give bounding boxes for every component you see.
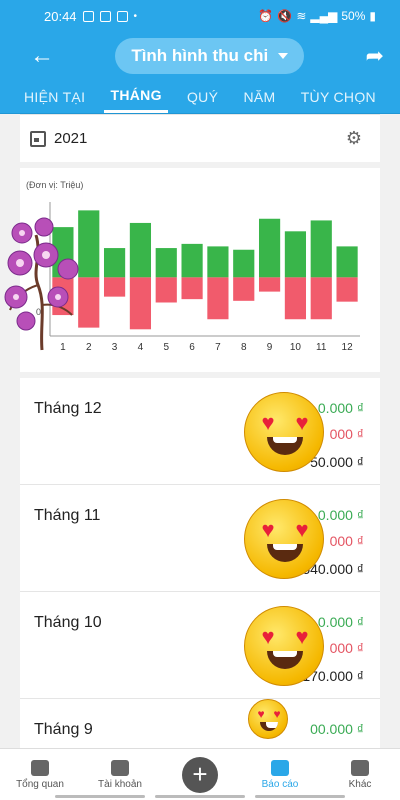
gallery-icon — [82, 10, 94, 22]
x-tick-label: 5 — [163, 342, 169, 353]
x-tick-label: 6 — [189, 342, 195, 353]
report-type-dropdown[interactable]: Tình hình thu chi — [115, 38, 305, 74]
income-amount: 00.000 ₫ — [310, 721, 364, 737]
net-amount: 50.000 ₫ — [310, 454, 364, 470]
status-time: 20:44 — [44, 8, 77, 24]
unit-label: (Đơn vị: Triệu) — [26, 180, 84, 190]
income-bar — [181, 243, 203, 278]
x-tick-label: 8 — [241, 342, 247, 353]
app-bar: ← Tình hình thu chi ➦ — [0, 32, 400, 80]
income-bar — [284, 231, 307, 278]
nav-label: Báo cáo — [261, 778, 299, 790]
dot-icon: • — [133, 10, 138, 22]
tab-year[interactable]: NĂM — [237, 80, 281, 113]
income-bar — [155, 248, 177, 278]
wallet-icon — [111, 759, 129, 776]
nav-reports[interactable]: Báo cáo — [245, 759, 315, 790]
list-item[interactable]: Tháng 9 00.000 ₫ ♥ ♥ — [20, 699, 380, 748]
nav-label: Tài khoản — [98, 778, 142, 790]
grid-icon — [351, 759, 369, 776]
nav-add[interactable]: + — [165, 756, 235, 793]
month-list: Tháng 12 0.000 ₫ 000 ₫ 50.000 ₫ ♥ ♥ Tháng… — [0, 378, 400, 748]
tab-month[interactable]: THÁNG — [104, 80, 168, 113]
year-selector[interactable]: 2021 ⚙ — [20, 114, 380, 162]
flower-sticker-icon — [4, 217, 79, 351]
battery-icon: ▮ — [369, 9, 376, 23]
expense-amount: 000 ₫ — [329, 533, 364, 549]
nav-label: Khác — [348, 778, 372, 790]
bottom-nav: Tổng quan Tài khoản + Báo cáo Khác — [0, 748, 400, 800]
tab-quarter[interactable]: QUÝ — [181, 80, 224, 113]
bar-chart-icon — [271, 759, 289, 776]
alarm-icon: ⏰ — [258, 9, 274, 23]
wifi-icon: ≋ — [296, 9, 307, 23]
income-bar — [258, 218, 281, 278]
expense-bar — [129, 277, 152, 330]
x-tick-label: 11 — [316, 342, 327, 353]
x-tick-label: 9 — [267, 342, 273, 353]
expense-bar — [103, 277, 126, 297]
x-tick-label: 4 — [138, 342, 144, 353]
heart-eyes-emoji-icon: ♥ ♥ — [244, 499, 324, 579]
nav-label: Tổng quan — [16, 778, 64, 790]
income-bar — [310, 220, 332, 278]
income-amount: 0.000 ₫ — [317, 507, 364, 523]
zalo-icon — [99, 10, 111, 22]
expense-bar — [336, 277, 358, 302]
status-bar: 20:44 • ⏰ 🔇 ≋ ▂▄▆ 50% ▮ — [0, 0, 400, 32]
calendar-icon — [30, 130, 46, 147]
expense-bar — [284, 277, 307, 320]
page-title: Tình hình thu chi — [131, 46, 269, 65]
gear-icon[interactable]: ⚙ — [346, 128, 362, 149]
back-arrow-icon[interactable]: ← — [30, 44, 54, 68]
list-item[interactable]: Tháng 10 0.000 ₫ 000 ₫ 170.000 ₫ ♥ ♥ — [20, 592, 380, 699]
add-button[interactable]: + — [182, 756, 218, 793]
x-tick-label: 7 — [215, 342, 221, 353]
signal-icon: ▂▄▆ — [310, 9, 338, 23]
income-bar — [207, 246, 229, 278]
nav-accounts[interactable]: Tài khoản — [85, 759, 155, 790]
home-icon — [31, 759, 49, 776]
income-amount: 0.000 ₫ — [317, 400, 364, 416]
nav-overview[interactable]: Tổng quan — [5, 759, 75, 790]
x-tick-label: 3 — [112, 342, 118, 353]
expense-bar — [78, 277, 100, 328]
tab-custom[interactable]: TÙY CHỌN — [295, 80, 382, 113]
expense-bar — [233, 277, 255, 301]
expense-bar — [207, 277, 229, 320]
x-tick-label: 2 — [86, 342, 92, 353]
chevron-down-icon — [278, 53, 289, 59]
list-item[interactable]: Tháng 11 0.000 ₫ 000 ₫ 540.000 ₫ ♥ ♥ — [20, 485, 380, 592]
share-icon[interactable]: ➦ — [366, 45, 384, 67]
gesture-bar — [55, 795, 345, 798]
heart-eyes-emoji-icon: ♥ ♥ — [244, 392, 324, 472]
header: 20:44 • ⏰ 🔇 ≋ ▂▄▆ 50% ▮ ← Tình hình thu … — [0, 0, 400, 114]
app-screen: 20:44 • ⏰ 🔇 ≋ ▂▄▆ 50% ▮ ← Tình hình thu … — [0, 0, 400, 800]
heart-eyes-emoji-icon: ♥ ♥ — [244, 606, 324, 686]
x-tick-label: 10 — [290, 342, 302, 353]
expense-bar — [310, 277, 332, 320]
nav-more[interactable]: Khác — [325, 759, 395, 790]
expense-amount: 000 ₫ — [329, 640, 364, 656]
list-item[interactable]: Tháng 12 0.000 ₫ 000 ₫ 50.000 ₫ ♥ ♥ — [20, 378, 380, 485]
expense-bar — [181, 277, 203, 300]
x-tick-label: 12 — [342, 342, 354, 353]
income-bar — [78, 210, 100, 278]
mute-icon: 🔇 — [277, 9, 293, 23]
income-amount: 0.000 ₫ — [317, 614, 364, 630]
period-tabs: HIỆN TẠI THÁNG QUÝ NĂM TÙY CHỌN — [0, 80, 400, 114]
income-bar — [129, 222, 152, 278]
report-content: 2021 ⚙ (Đơn vị: Triệu) 0 1 2 3 4 5 6 7 8 9 10 11 12 … — [0, 114, 400, 748]
tab-current[interactable]: HIỆN TẠI — [18, 80, 91, 113]
income-bar — [233, 249, 255, 278]
expense-bar — [258, 277, 281, 292]
battery-level: 50% — [341, 9, 366, 23]
expense-amount: 000 ₫ — [329, 426, 364, 442]
heart-eyes-emoji-icon: ♥ ♥ — [248, 699, 288, 739]
zalo-icon — [116, 10, 128, 22]
income-bar — [103, 248, 126, 278]
expense-bar — [155, 277, 177, 303]
income-bar — [336, 246, 358, 278]
year-label: 2021 — [54, 130, 88, 147]
